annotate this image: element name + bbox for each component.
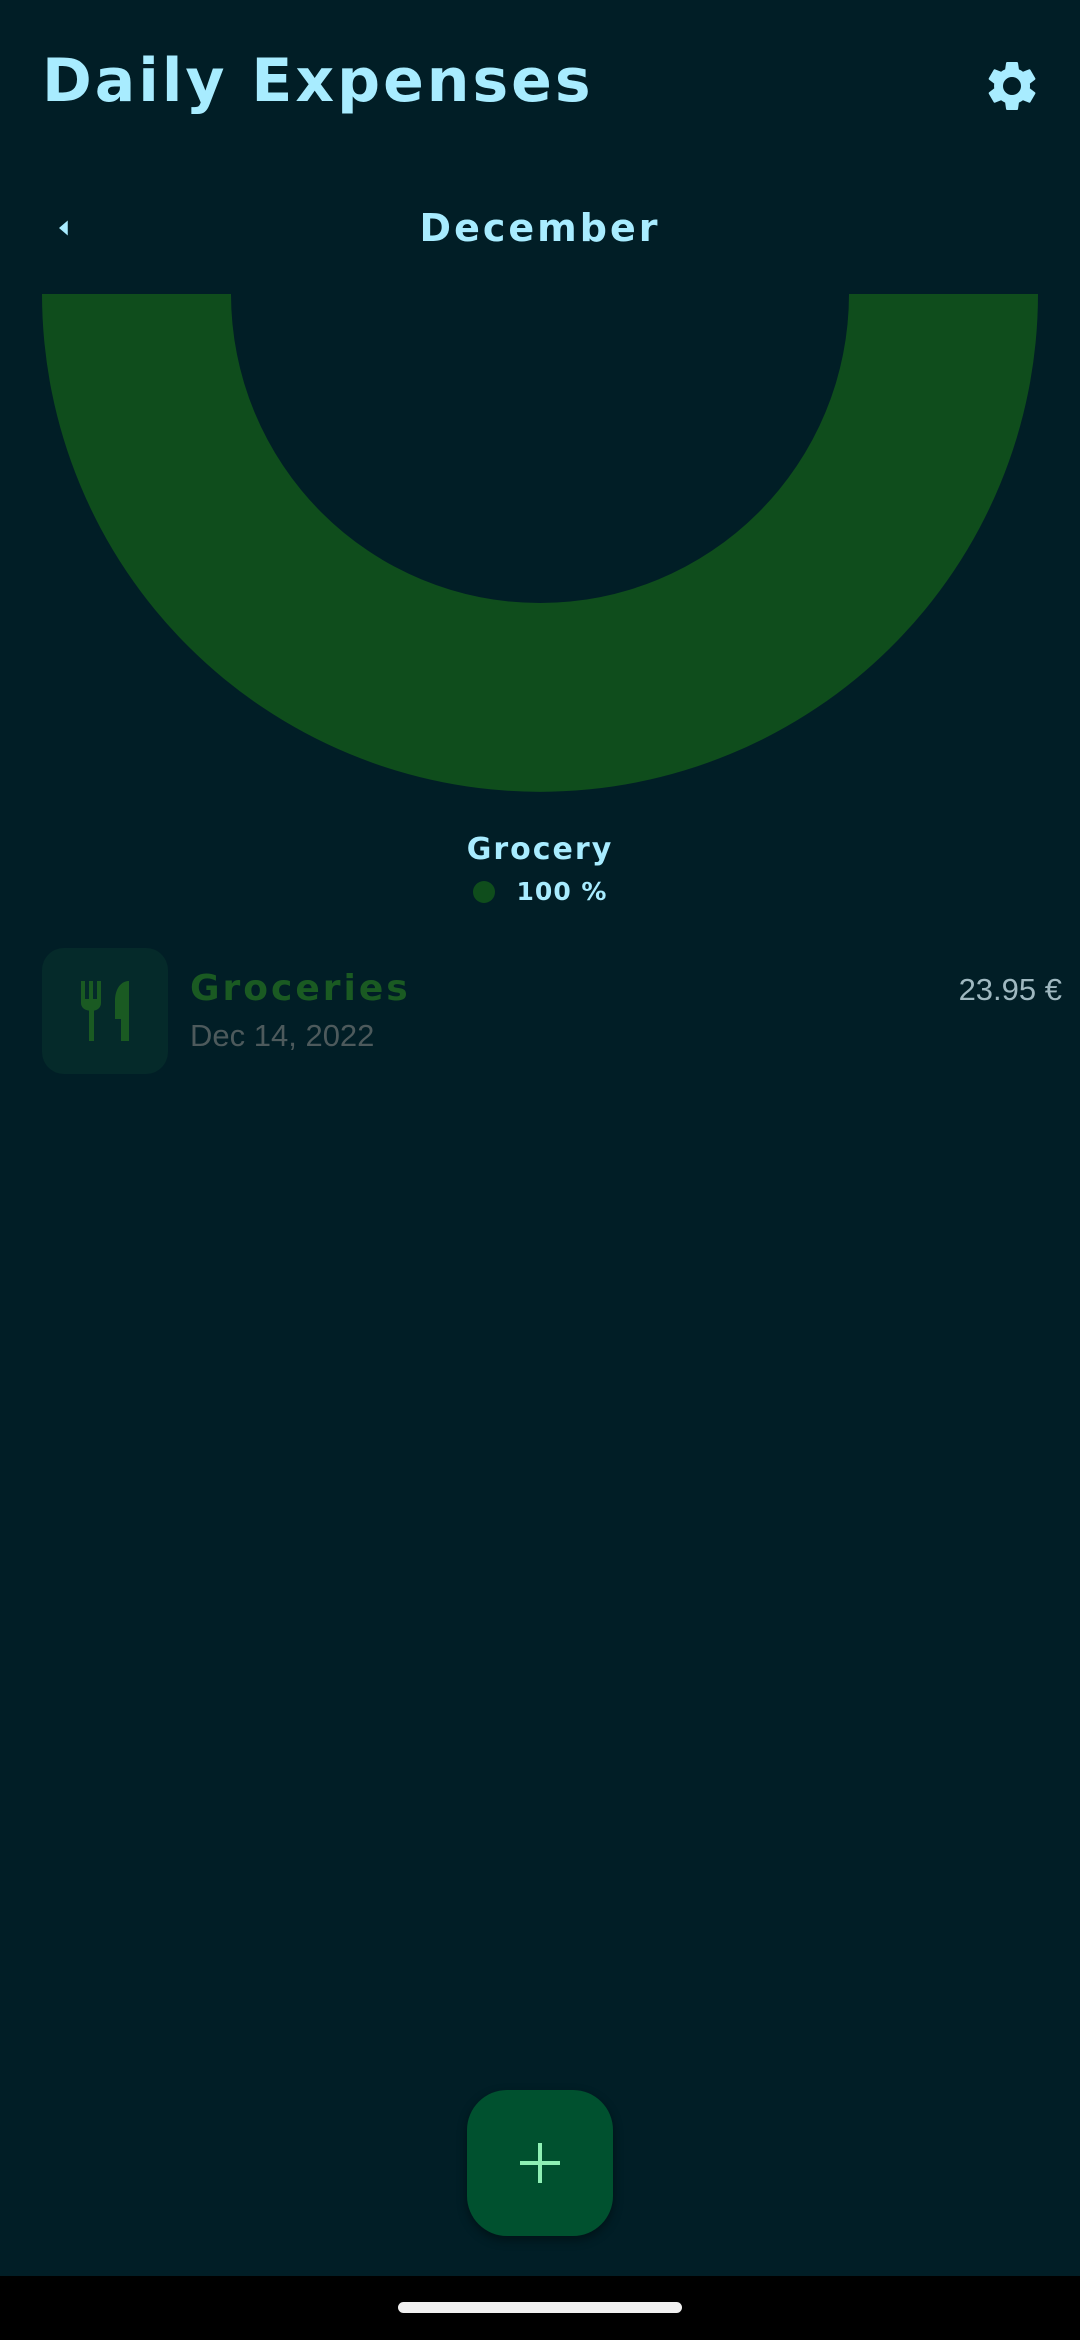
month-label: December: [419, 206, 661, 250]
gear-icon: [988, 61, 1036, 110]
expense-title: Groceries: [190, 968, 411, 1009]
expense-donut-chart: [42, 294, 1038, 792]
month-navigator: December: [0, 196, 1080, 266]
add-expense-button[interactable]: [467, 2090, 613, 2236]
home-indicator[interactable]: [398, 2302, 682, 2313]
expense-date: Dec 14, 2022: [190, 1018, 375, 1053]
legend-percent: 100 %: [516, 877, 608, 906]
system-navigation-bar: [0, 2276, 1080, 2340]
fork-knife-icon: [81, 981, 129, 1041]
expense-list-item[interactable]: Groceries Dec 14, 2022 23.95 €: [42, 948, 1062, 1074]
chart-legend: Grocery 100 %: [0, 832, 1080, 906]
settings-button[interactable]: [980, 54, 1044, 118]
category-icon-box: [42, 948, 168, 1074]
legend-entry: 100 %: [0, 877, 1080, 906]
legend-category-name: Grocery: [466, 832, 614, 867]
plus-icon: [520, 2143, 560, 2183]
expense-amount: 23.95 €: [958, 972, 1062, 1007]
app-title: Daily Expenses: [42, 46, 594, 116]
chart-slice-grocery: [42, 294, 1038, 792]
legend-color-dot: [472, 880, 495, 903]
